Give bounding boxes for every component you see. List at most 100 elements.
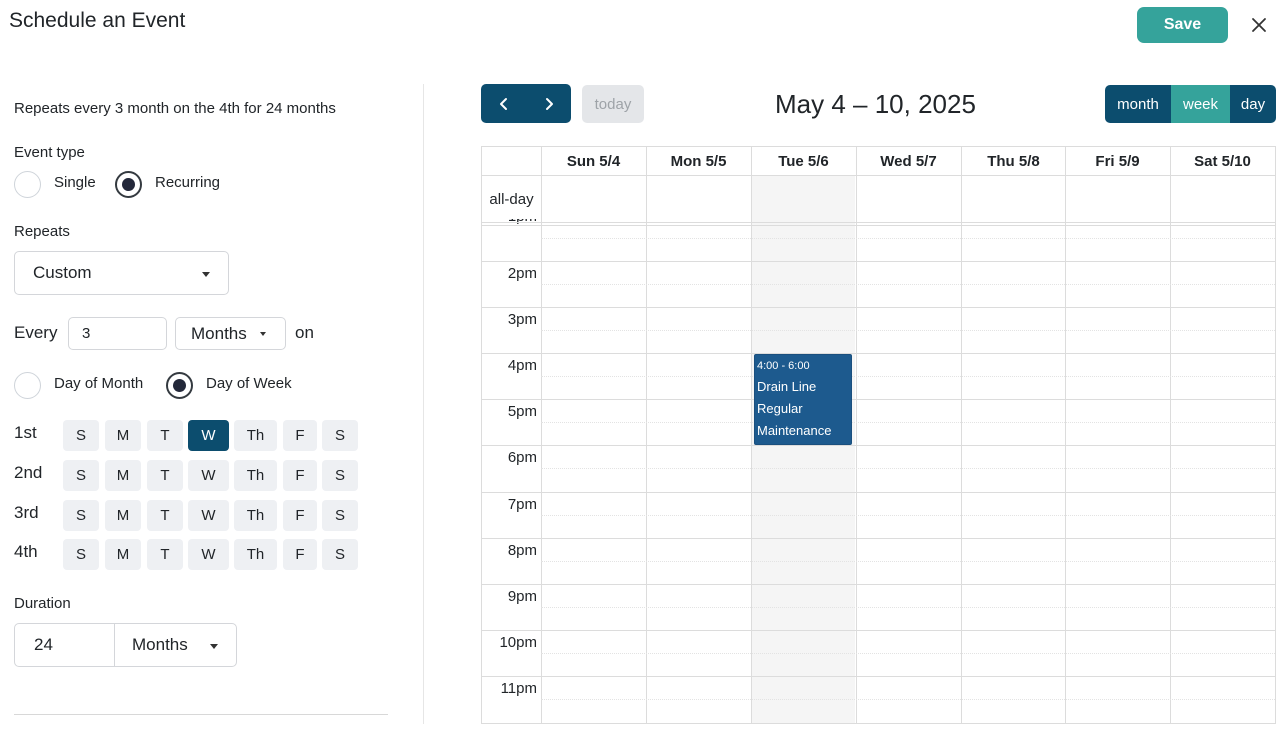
grid-half-hour-line (541, 699, 1275, 700)
day-column-header: Wed 5/7 (880, 152, 937, 170)
week-ordinal-label: 1st (14, 423, 37, 442)
repeats-value: Custom (33, 263, 92, 282)
grid-column-line (541, 147, 542, 723)
weekday-toggle[interactable]: S (63, 420, 99, 451)
today-button[interactable]: today (582, 85, 644, 123)
grid-column-line (1065, 147, 1066, 723)
weekday-toggle[interactable]: M (105, 500, 141, 531)
chevron-right-icon (545, 97, 553, 110)
grid-column-line (961, 147, 962, 723)
repeats-select[interactable]: Custom (14, 251, 229, 295)
grid-column-line (646, 147, 647, 723)
calendar-event[interactable]: 4:00 - 6:00 Drain Line Regular Maintenan… (754, 354, 852, 445)
grid-half-hour-line (541, 515, 1275, 516)
save-button[interactable]: Save (1137, 7, 1228, 43)
weekday-toggle[interactable]: S (322, 460, 358, 491)
view-day-button[interactable]: day (1230, 85, 1276, 123)
hour-label: 2pm (507, 265, 537, 282)
weekday-toggle[interactable]: S (322, 500, 358, 531)
weekday-toggle[interactable]: W (188, 500, 229, 531)
grid-half-hour-line (541, 422, 1275, 423)
weekday-toggle[interactable]: F (283, 420, 317, 451)
day-of-month-radio[interactable] (14, 372, 41, 399)
grid-column-line (751, 147, 752, 723)
next-week-button[interactable] (526, 84, 571, 123)
grid-hour-line (482, 445, 1275, 446)
grid-hour-line (482, 399, 1275, 400)
every-unit-select[interactable]: Months (175, 317, 286, 350)
duration-value: 24 (34, 635, 53, 654)
weekday-toggle[interactable]: S (63, 539, 99, 570)
close-icon[interactable] (1248, 14, 1270, 36)
weekday-toggle[interactable]: W (188, 460, 229, 491)
weekday-toggle[interactable]: S (63, 500, 99, 531)
view-week-button[interactable]: week (1171, 85, 1230, 123)
duration-input[interactable]: 24 (14, 623, 115, 667)
hour-label: 3pm (507, 311, 537, 328)
hour-label: 4pm (507, 357, 537, 374)
grid-hour-line (482, 676, 1275, 677)
weekday-toggle[interactable]: S (322, 539, 358, 570)
weekday-toggle[interactable]: M (105, 420, 141, 451)
weekday-toggle[interactable]: F (283, 500, 317, 531)
grid-row-line (482, 225, 1275, 226)
weekday-toggle[interactable]: S (63, 460, 99, 491)
weekday-toggle[interactable]: T (147, 539, 183, 570)
single-radio[interactable] (14, 171, 41, 198)
weekday-toggle[interactable]: Th (234, 500, 277, 531)
chevron-down-icon (260, 332, 266, 336)
grid-row-line (482, 222, 1275, 223)
weekday-toggle[interactable]: Th (234, 420, 277, 451)
weekday-toggle[interactable]: W (188, 420, 229, 451)
hour-label: 6pm (507, 449, 537, 466)
weekday-toggle[interactable]: F (283, 460, 317, 491)
grid-half-hour-line (541, 653, 1275, 654)
grid-hour-line (482, 261, 1275, 262)
view-month-button[interactable]: month (1105, 85, 1171, 123)
grid-half-hour-line (541, 607, 1275, 608)
weekday-toggle[interactable]: W (188, 539, 229, 570)
duration-unit-value: Months (132, 635, 188, 654)
grid-column-line (856, 147, 857, 723)
every-interval-input[interactable]: 3 (68, 317, 167, 350)
grid-hour-line (482, 538, 1275, 539)
weekday-toggle[interactable]: T (147, 460, 183, 491)
day-of-week-label: Day of Week (206, 375, 292, 392)
weekday-toggle[interactable]: M (105, 539, 141, 570)
day-column-header: Thu 5/8 (987, 152, 1040, 170)
chevron-left-icon (499, 97, 507, 110)
weekday-toggle[interactable]: Th (234, 539, 277, 570)
day-column-header: Mon 5/5 (670, 152, 727, 170)
day-of-week-radio[interactable] (166, 372, 193, 399)
page-title: Schedule an Event (9, 9, 186, 32)
weekday-toggle[interactable]: T (147, 420, 183, 451)
weekday-toggle[interactable]: S (322, 420, 358, 451)
hour-label: 10pm (499, 634, 537, 651)
duration-unit-select[interactable]: Months (114, 623, 237, 667)
hour-label: 9pm (507, 588, 537, 605)
every-unit-value: Months (191, 323, 247, 343)
chevron-down-icon (202, 272, 210, 277)
recurrence-summary: Repeats every 3 month on the 4th for 24 … (14, 100, 336, 117)
event-type-label: Event type (14, 144, 85, 161)
day-column-header: Sat 5/10 (1194, 152, 1251, 170)
hour-label: 11pm (500, 680, 537, 697)
recurring-radio[interactable] (115, 171, 142, 198)
grid-column-line (1170, 147, 1171, 723)
grid-hour-line (482, 492, 1275, 493)
every-on-label: on (295, 323, 314, 342)
today-column-highlight (751, 175, 855, 723)
weekday-toggle[interactable]: T (147, 500, 183, 531)
week-ordinal-label: 4th (14, 542, 38, 561)
hour-label: 5pm (507, 403, 537, 420)
prev-week-button[interactable] (481, 84, 526, 123)
date-range-title: May 4 – 10, 2025 (775, 89, 976, 119)
weekday-toggle[interactable]: F (283, 539, 317, 570)
grid-hour-line (482, 307, 1275, 308)
weekday-toggle[interactable]: M (105, 460, 141, 491)
day-column-header: Fri 5/9 (1095, 152, 1140, 170)
grid-half-hour-line (541, 284, 1275, 285)
day-column-header: Tue 5/6 (778, 152, 829, 170)
weekday-toggle[interactable]: Th (234, 460, 277, 491)
duration-label: Duration (14, 595, 71, 612)
